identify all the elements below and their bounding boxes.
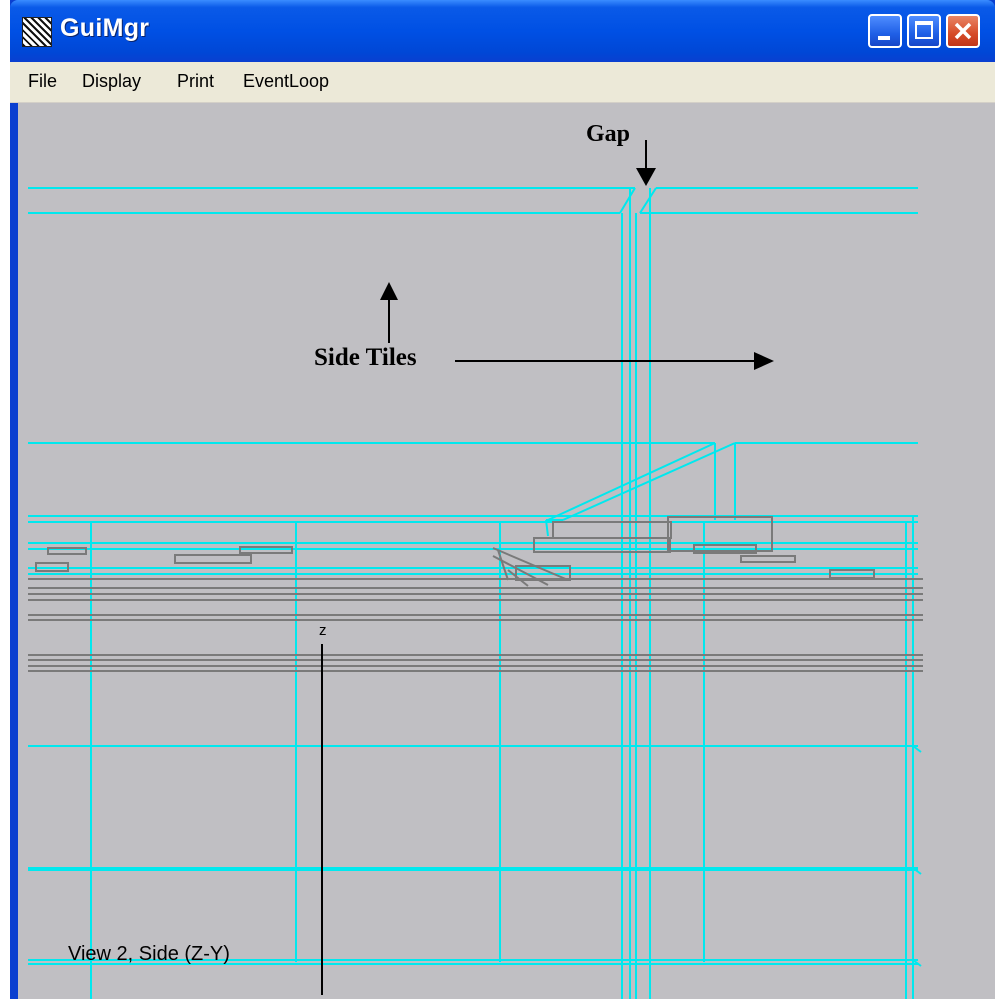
side-tiles-annotation: Side Tiles	[314, 344, 417, 371]
detector-geometry	[28, 140, 923, 999]
support-structures	[28, 516, 923, 672]
z-axis-label: z	[319, 622, 327, 639]
app-window: GuiMgr File Display Print EventLoop Gap …	[10, 0, 995, 999]
gap-annotation: Gap	[586, 121, 631, 147]
view-label: View 2, Side (Z-Y)	[68, 943, 230, 965]
view-canvas[interactable]: Gap Side Tiles z View 2, Side (Z-Y)	[10, 103, 995, 999]
